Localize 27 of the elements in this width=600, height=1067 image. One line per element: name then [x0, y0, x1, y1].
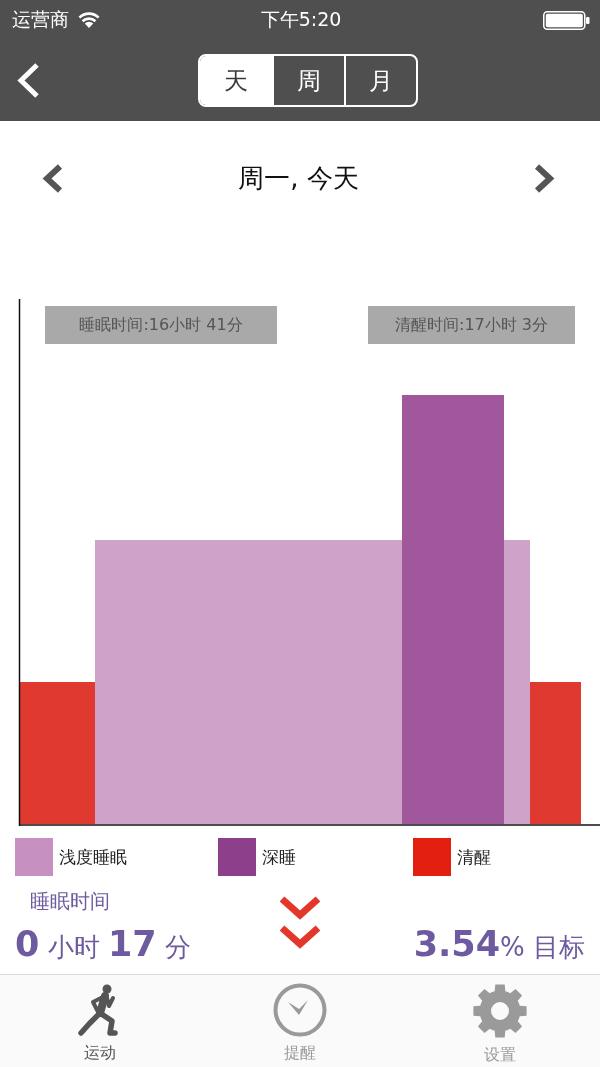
- goal-percentage: 3.54% 目标: [413, 923, 585, 965]
- settings-icon: [472, 983, 528, 1039]
- tab-item[interactable]: 运动: [78, 983, 122, 1064]
- summary-title: 睡眠时间: [29, 888, 110, 914]
- legend-label: 清醒: [457, 845, 491, 869]
- chevron-left-icon: [15, 62, 41, 99]
- status-time: 下午5:20: [260, 7, 342, 32]
- segment-tab[interactable]: 天: [199, 56, 272, 105]
- chart-label: 清醒时间:17小时 3分: [368, 306, 575, 344]
- carrier-name: 运营商: [12, 7, 69, 32]
- chevron-left-icon: [42, 163, 63, 193]
- previous-day-button[interactable]: [42, 163, 63, 193]
- sleep-duration: 0 小时 17 分: [15, 923, 191, 965]
- double-chevron-down-icon: [279, 895, 321, 951]
- next-day-button[interactable]: [534, 163, 555, 193]
- legend-label: 浅度睡眠: [59, 845, 127, 869]
- clock-icon: [273, 983, 327, 1037]
- segment-tab[interactable]: 周: [271, 56, 344, 105]
- segment-tab[interactable]: 月: [343, 56, 416, 105]
- wifi-icon: [78, 12, 100, 28]
- battery-icon: [543, 10, 590, 30]
- expand-button[interactable]: [279, 895, 321, 951]
- chevron-right-icon: [534, 163, 555, 193]
- legend-label: 深睡: [262, 845, 296, 869]
- chart-label: 睡眠时间:16小时 41分: [45, 306, 277, 344]
- date-title: 周一, 今天: [237, 161, 360, 195]
- back-button[interactable]: [15, 62, 41, 99]
